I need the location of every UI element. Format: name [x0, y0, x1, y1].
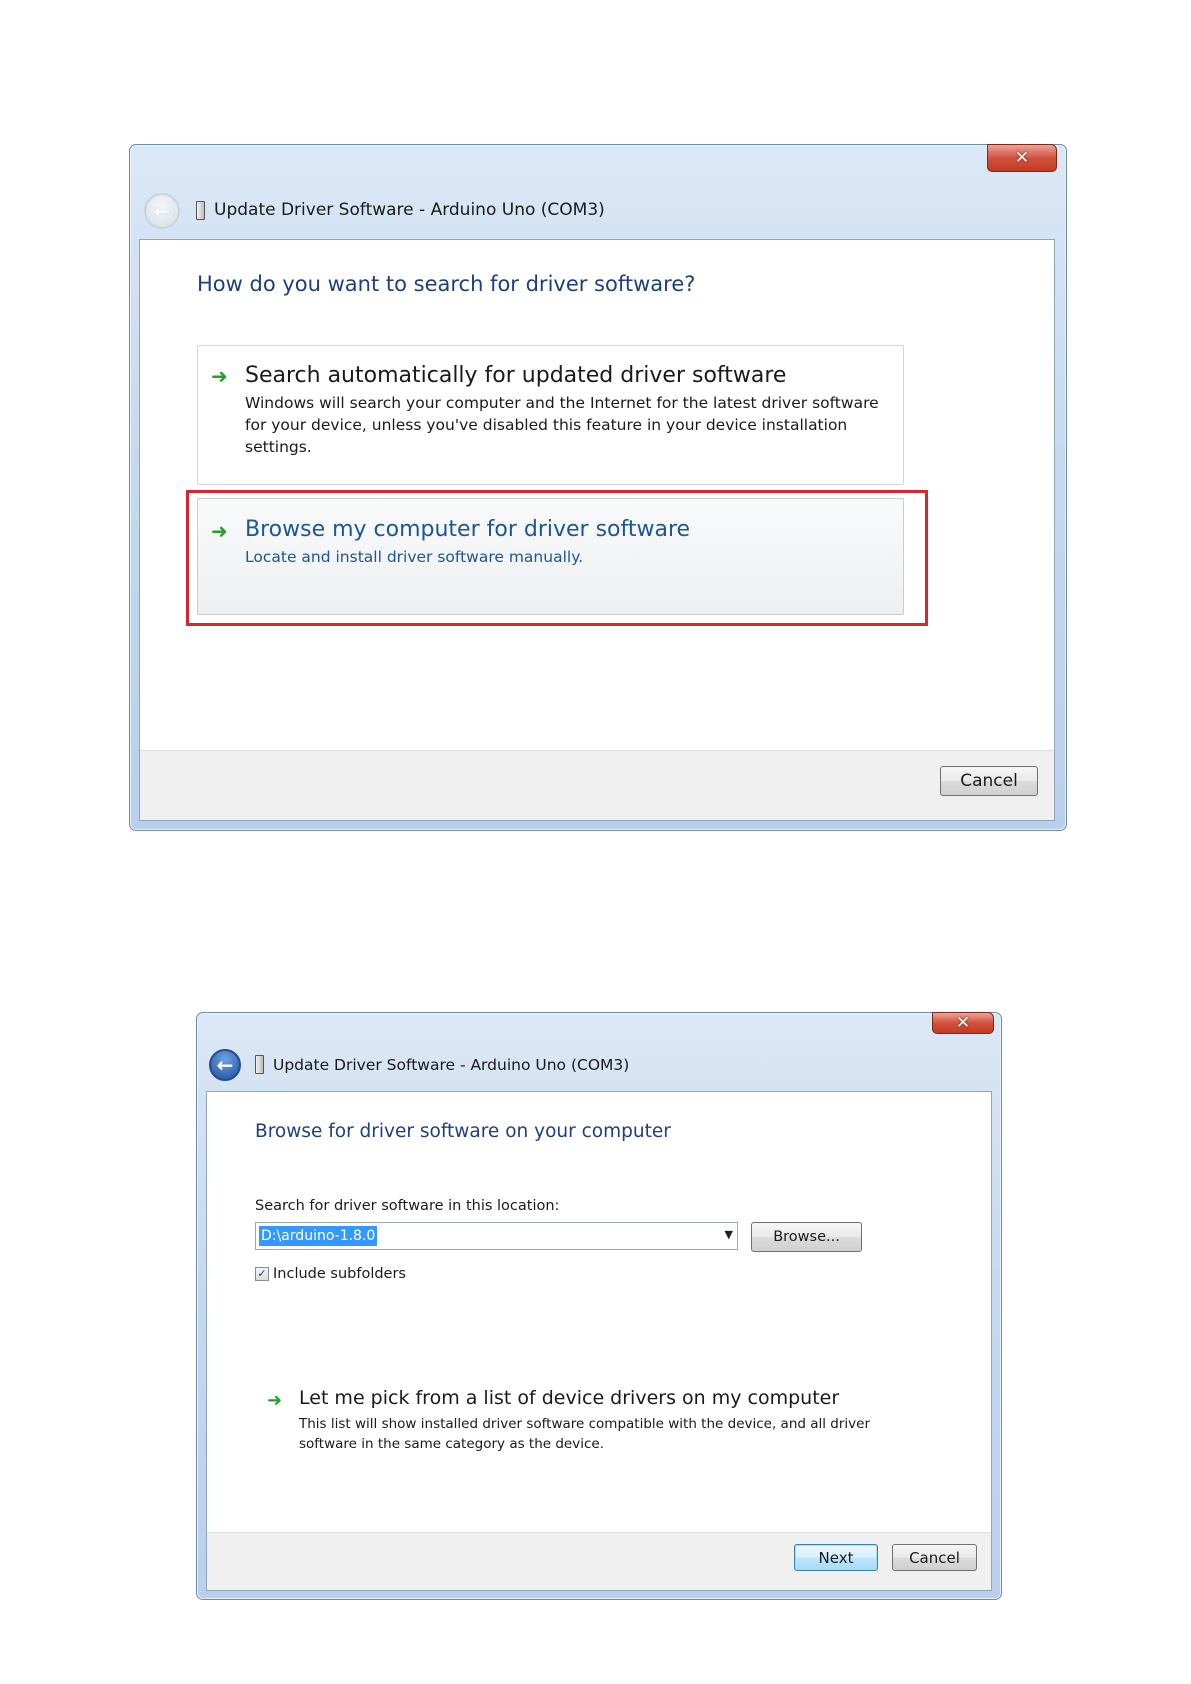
option-title: Browse my computer for driver software: [245, 517, 691, 542]
include-subfolders-row: ✓ Include subfolders: [255, 1266, 406, 1282]
back-button[interactable]: ←: [144, 193, 180, 229]
green-arrow-icon: ➜: [267, 1390, 283, 1411]
cancel-button[interactable]: Cancel: [892, 1544, 977, 1571]
usb-device-icon: [255, 1055, 264, 1074]
location-value: D:\arduino-1.8.0: [259, 1226, 378, 1246]
page-heading: Browse for driver software on your compu…: [255, 1121, 671, 1142]
option-title: Search automatically for updated driver …: [245, 363, 787, 388]
green-arrow-icon: ➜: [211, 364, 228, 388]
dialog-footer: Next Cancel: [207, 1532, 991, 1590]
option-description: Windows will search your computer and th…: [245, 394, 879, 456]
option-title: Let me pick from a list of device driver…: [299, 1387, 840, 1409]
location-label: Search for driver software in this locat…: [255, 1198, 560, 1214]
option-description: This list will show installed driver sof…: [299, 1416, 871, 1452]
back-button[interactable]: ←: [209, 1049, 241, 1081]
title-bar: Update Driver Software - Arduino Uno (CO…: [255, 1055, 629, 1074]
close-icon: ✕: [955, 1012, 971, 1033]
search-automatically-option[interactable]: ➜ Search automatically for updated drive…: [197, 345, 904, 485]
title-bar: Update Driver Software - Arduino Uno (CO…: [196, 200, 605, 220]
include-subfolders-checkbox[interactable]: ✓: [255, 1267, 269, 1281]
close-button[interactable]: ✕: [932, 1012, 994, 1034]
window-title: Update Driver Software - Arduino Uno (CO…: [214, 200, 605, 220]
back-arrow-icon: ←: [216, 1053, 234, 1077]
option-description: Locate and install driver software manua…: [245, 548, 584, 566]
window-title: Update Driver Software - Arduino Uno (CO…: [273, 1055, 630, 1074]
location-combobox[interactable]: D:\arduino-1.8.0 ▼: [255, 1222, 738, 1250]
back-arrow-icon: ←: [153, 199, 171, 223]
next-button[interactable]: Next: [794, 1544, 878, 1571]
cancel-button[interactable]: Cancel: [940, 766, 1038, 796]
dropdown-arrow-icon[interactable]: ▼: [725, 1228, 733, 1241]
dialog-content: Browse for driver software on your compu…: [206, 1091, 992, 1591]
browse-button[interactable]: Browse...: [751, 1222, 862, 1252]
update-driver-dialog-browse: ✕ ← Update Driver Software - Arduino Uno…: [196, 1012, 1002, 1600]
close-button[interactable]: ✕: [987, 144, 1057, 172]
green-arrow-icon: ➜: [211, 519, 228, 543]
dialog-footer: Cancel: [140, 750, 1054, 820]
update-driver-dialog-search: ✕ ← Update Driver Software - Arduino Uno…: [129, 144, 1067, 831]
dialog-content: How do you want to search for driver sof…: [139, 239, 1055, 821]
browse-computer-option[interactable]: ➜ Browse my computer for driver software…: [197, 498, 904, 615]
page-heading: How do you want to search for driver sof…: [197, 272, 696, 296]
include-subfolders-label: Include subfolders: [273, 1266, 406, 1282]
close-icon: ✕: [1014, 147, 1030, 168]
usb-device-icon: [196, 200, 205, 220]
